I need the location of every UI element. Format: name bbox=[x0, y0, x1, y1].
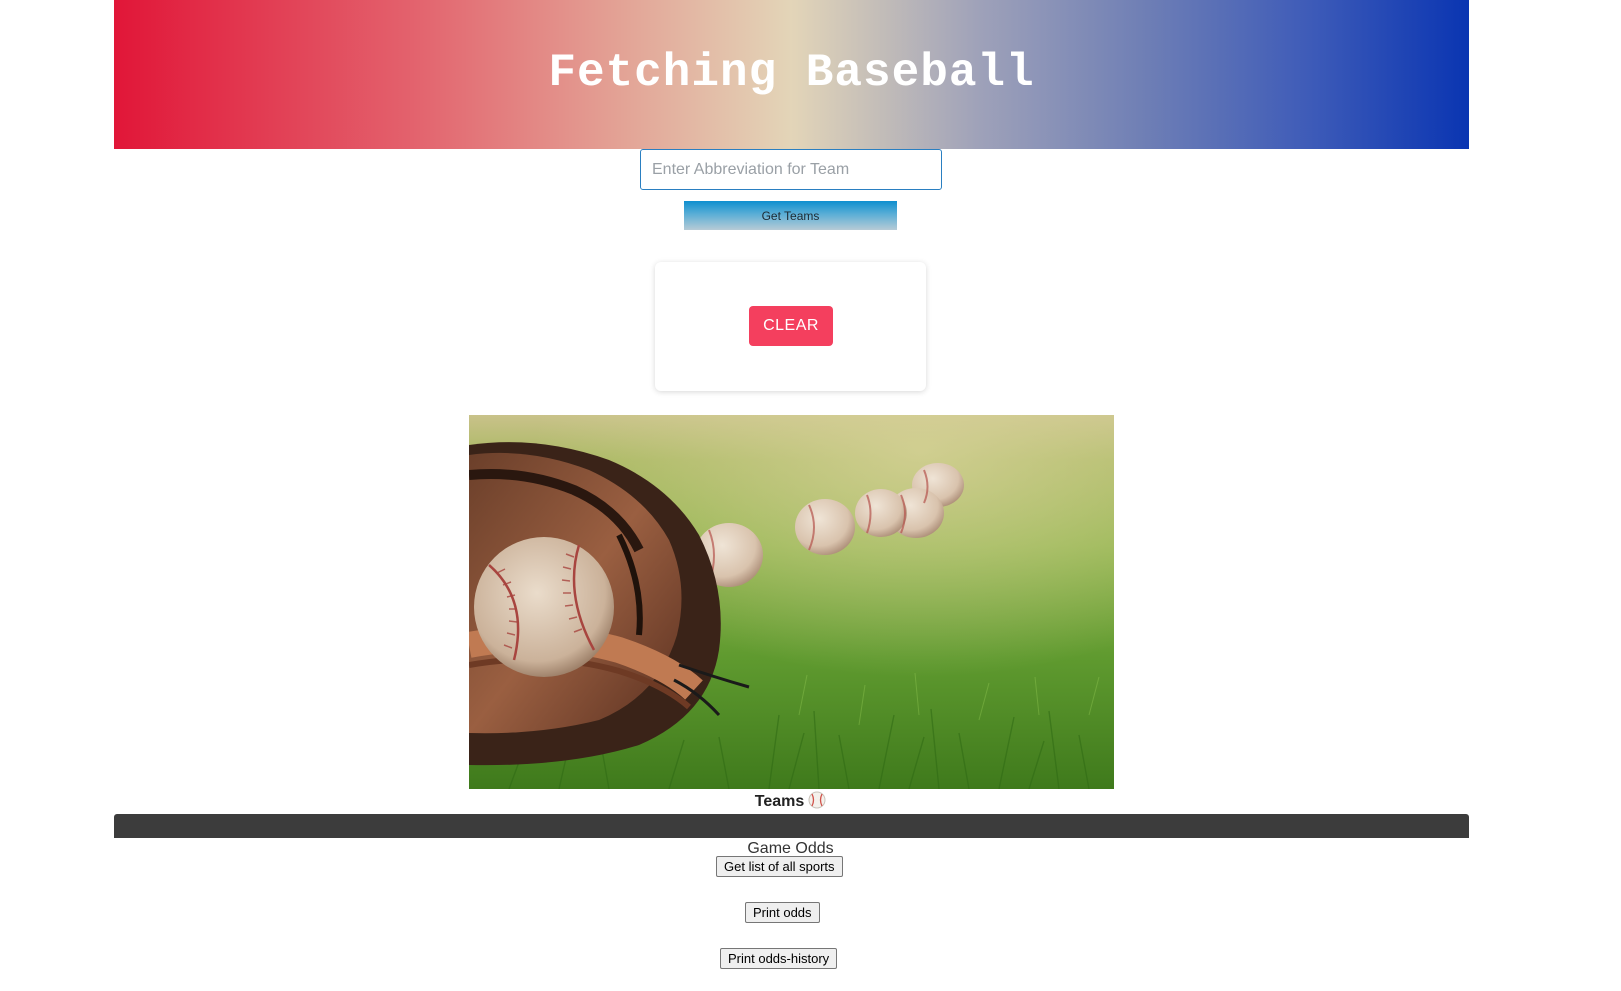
print-odds-button[interactable]: Print odds bbox=[745, 902, 820, 923]
baseball-icon bbox=[808, 791, 826, 809]
hero-image bbox=[469, 415, 1114, 789]
teams-heading-label: Teams bbox=[754, 793, 805, 810]
header-banner: Fetching Baseball bbox=[114, 0, 1469, 149]
teams-results-bar bbox=[114, 814, 1469, 838]
clear-button[interactable]: CLEAR bbox=[749, 306, 833, 346]
teams-heading: Teams bbox=[0, 791, 1581, 811]
print-odds-history-button[interactable]: Print odds-history bbox=[720, 948, 838, 969]
page-title: Fetching Baseball bbox=[548, 46, 1035, 99]
get-teams-button[interactable]: Get Teams bbox=[684, 201, 897, 230]
get-sports-list-button[interactable]: Get list of all sports bbox=[716, 856, 843, 877]
clear-card: CLEAR bbox=[655, 262, 926, 391]
team-abbreviation-input[interactable] bbox=[640, 149, 942, 190]
